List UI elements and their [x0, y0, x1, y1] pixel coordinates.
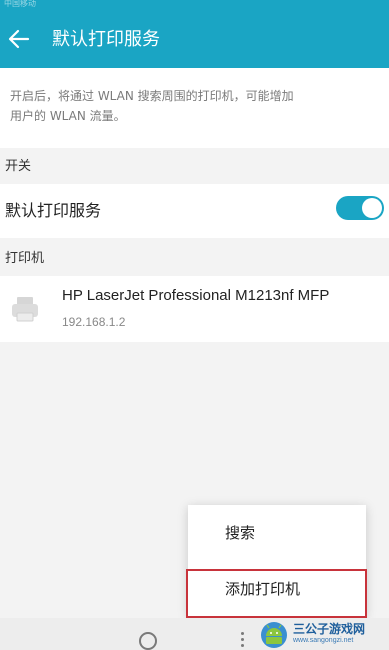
- android-logo-icon: [261, 622, 287, 648]
- default-print-service-toggle[interactable]: [336, 196, 384, 220]
- printer-list-item[interactable]: HP LaserJet Professional M1213nf MFP 192…: [0, 276, 389, 342]
- watermark-url: www.sangongzi.net: [293, 637, 354, 644]
- default-print-service-label: 默认打印服务: [5, 201, 102, 220]
- printer-name: HP LaserJet Professional M1213nf MFP: [62, 287, 330, 304]
- default-print-service-row[interactable]: 默认打印服务: [0, 184, 389, 238]
- section-header-printers: 打印机: [0, 242, 389, 276]
- page-title: 默认打印服务: [52, 29, 160, 50]
- description-text: 开启后，将通过 WLAN 搜索周围的打印机，可能增加 用户的 WLAN 流量。: [0, 68, 389, 148]
- toggle-knob: [362, 198, 382, 218]
- printer-ip: 192.168.1.2: [62, 315, 126, 329]
- app-bar: 默认打印服务: [0, 12, 389, 68]
- watermark-text: 三公子游戏网 www.sangongzi.net: [293, 622, 365, 646]
- back-button[interactable]: [2, 22, 36, 56]
- carrier-label: 中国移动: [4, 0, 36, 8]
- arrow-left-icon: [8, 29, 30, 49]
- description-line-2: 用户的 WLAN 流量。: [10, 109, 126, 123]
- home-button-icon[interactable]: [139, 632, 157, 650]
- more-options-icon[interactable]: [237, 632, 247, 650]
- site-watermark: 三公子游戏网 www.sangongzi.net: [257, 618, 389, 650]
- description-line-1: 开启后，将通过 WLAN 搜索周围的打印机，可能增加: [10, 89, 294, 103]
- printer-icon: [12, 297, 38, 322]
- menu-item-search[interactable]: 搜索: [188, 505, 366, 561]
- status-bar: 中国移动: [0, 0, 389, 12]
- watermark-name: 三公子游戏网: [293, 622, 366, 636]
- highlight-box: [186, 569, 367, 618]
- section-header-switch: 开关: [0, 150, 389, 184]
